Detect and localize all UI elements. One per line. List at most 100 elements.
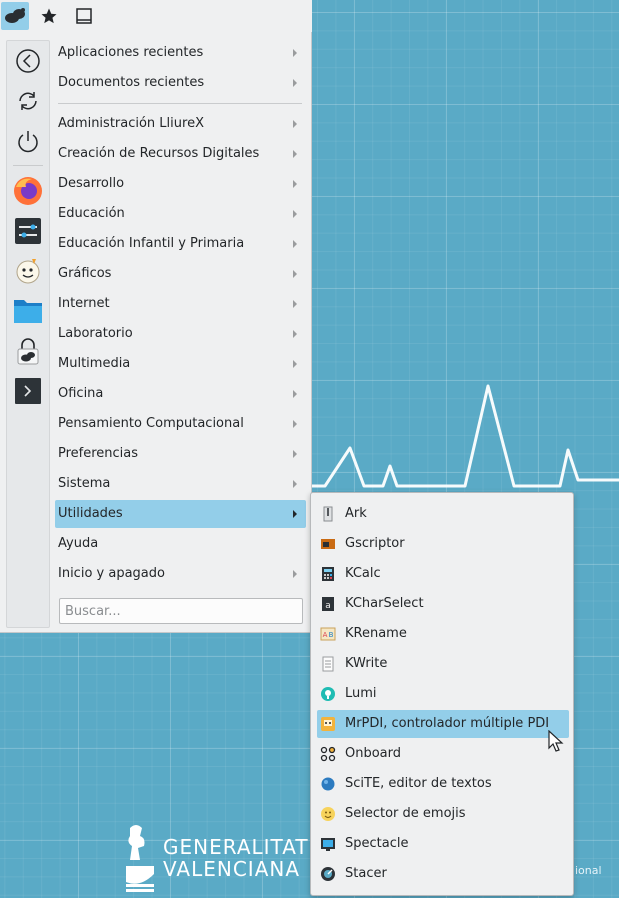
- menu-item-aplicaciones-recientes[interactable]: Aplicaciones recientes: [55, 39, 306, 67]
- submenu-item-label: Spectacle: [345, 836, 409, 851]
- lock-icon: [17, 338, 39, 365]
- menu-item-administracion-lliurex[interactable]: Administración LliureX: [55, 110, 306, 138]
- submenu-item-label: Ark: [345, 506, 367, 521]
- firefox-icon: [14, 177, 42, 205]
- submenu-item-lumi[interactable]: Lumi: [317, 680, 569, 708]
- chevron-right-icon: [293, 79, 297, 87]
- menu-item-utilidades[interactable]: Utilidades: [55, 500, 306, 528]
- menu-item-label: Desarrollo: [58, 176, 125, 191]
- menu-item-label: Utilidades: [58, 506, 123, 521]
- menu-item-educacion[interactable]: Educación: [55, 200, 306, 228]
- menu-item-label: Preferencias: [58, 446, 139, 461]
- submenu-item-scite-editor-de-textos[interactable]: SciTE, editor de textos: [317, 770, 569, 798]
- submenu-item-mrpdi-controlador-multiple-pdi[interactable]: MrPDI, controlador múltiple PDI: [317, 710, 569, 738]
- menu-item-label: Creación de Recursos Digitales: [58, 146, 260, 161]
- submenu-item-label: MrPDI, controlador múltiple PDI: [345, 716, 550, 731]
- menu-item-inicio-y-apagado[interactable]: Inicio y apagado: [55, 560, 306, 588]
- submenu-item-label: Gscriptor: [345, 536, 405, 551]
- submenu-item-label: Selector de emojis: [345, 806, 466, 821]
- menu-item-documentos-recientes[interactable]: Documentos recientes: [55, 69, 306, 97]
- desktop-edge-text: ional: [575, 864, 602, 877]
- application-launcher-button[interactable]: [1, 2, 29, 30]
- keyboard-icon: [320, 746, 336, 762]
- favorite-firefox[interactable]: [12, 175, 44, 207]
- favorite-lock-app[interactable]: [12, 335, 44, 367]
- submenu-item-ark[interactable]: Ark: [317, 500, 569, 528]
- chevron-right-icon: [293, 180, 297, 188]
- top-panel: [0, 0, 312, 32]
- search-input[interactable]: [59, 598, 303, 624]
- show-desktop-button[interactable]: [70, 2, 98, 30]
- chevron-right-icon: [293, 330, 297, 338]
- submenu-item-label: Lumi: [345, 686, 377, 701]
- submenu-item-kcalc[interactable]: KCalc: [317, 560, 569, 588]
- back-button[interactable]: [12, 45, 44, 77]
- chevron-right-icon: [293, 390, 297, 398]
- menu-item-ayuda[interactable]: Ayuda: [55, 530, 306, 558]
- menu-item-label: Aplicaciones recientes: [58, 45, 204, 60]
- menu-item-educacion-infantil-y-primaria[interactable]: Educación Infantil y Primaria: [55, 230, 306, 258]
- favorite-settings[interactable]: [12, 215, 44, 247]
- character-select-icon: a: [322, 597, 334, 611]
- chevron-right-icon: [293, 270, 297, 278]
- power-icon: [18, 131, 38, 153]
- submenu-item-krename[interactable]: A B KRename: [317, 620, 569, 648]
- submenu-item-label: KCharSelect: [345, 596, 424, 611]
- stacer-icon: [321, 867, 335, 881]
- chevron-right-icon: [293, 49, 297, 57]
- menu-item-label: Educación Infantil y Primaria: [58, 236, 245, 251]
- menu-item-label: Documentos recientes: [58, 75, 205, 90]
- menu-item-multimedia[interactable]: Multimedia: [55, 350, 306, 378]
- favorite-terminal[interactable]: [12, 375, 44, 407]
- submenu-item-spectacle[interactable]: Spectacle: [317, 830, 569, 858]
- menu-item-label: Inicio y apagado: [58, 566, 165, 581]
- menu-item-desarrollo[interactable]: Desarrollo: [55, 170, 306, 198]
- menu-item-oficina[interactable]: Oficina: [55, 380, 306, 408]
- submenu-item-onboard[interactable]: Onboard: [317, 740, 569, 768]
- menu-item-label: Internet: [58, 296, 110, 311]
- menu-separator: [58, 103, 302, 104]
- svg-text:B: B: [329, 631, 334, 639]
- chevron-right-icon: [293, 450, 297, 458]
- archive-icon: [323, 506, 333, 522]
- submenu-item-kwrite[interactable]: KWrite: [317, 650, 569, 678]
- submenu-item-stacer[interactable]: Stacer: [317, 860, 569, 888]
- submenu-item-label: KCalc: [345, 566, 381, 581]
- screenshot-icon: [321, 838, 335, 851]
- chevron-right-icon: [293, 210, 297, 218]
- menu-item-sistema[interactable]: Sistema: [55, 470, 306, 498]
- submenu-item-label: Onboard: [345, 746, 402, 761]
- mascot-icon: [16, 259, 40, 284]
- menu-item-label: Oficina: [58, 386, 104, 401]
- menu-item-laboratorio[interactable]: Laboratorio: [55, 320, 306, 348]
- submenu-item-gscriptor[interactable]: Gscriptor: [317, 530, 569, 558]
- menu-item-preferencias[interactable]: Preferencias: [55, 440, 306, 468]
- logo-line-1: GENERALITAT: [163, 835, 309, 859]
- favorites-column: [6, 40, 50, 628]
- lock-session-button[interactable]: [12, 85, 44, 117]
- menu-item-internet[interactable]: Internet: [55, 290, 306, 318]
- favorite-file-manager[interactable]: [12, 295, 44, 327]
- menu-item-graficos[interactable]: Gráficos: [55, 260, 306, 288]
- menu-item-pensamiento-computacional[interactable]: Pensamiento Computacional: [55, 410, 306, 438]
- menu-item-label: Educación: [58, 206, 125, 221]
- shutdown-button[interactable]: [12, 125, 44, 157]
- gscriptor-icon: [321, 539, 335, 549]
- submenu-item-selector-de-emojis[interactable]: Selector de emojis: [317, 800, 569, 828]
- settings-sliders-icon: [15, 218, 41, 244]
- text-editor-icon: [322, 656, 334, 672]
- application-menu: Aplicaciones recientes Documentos recient…: [0, 32, 312, 633]
- folder-icon: [14, 300, 42, 323]
- favorite-mascot-app[interactable]: [12, 255, 44, 287]
- svg-text:a: a: [325, 601, 331, 611]
- generalitat-logo-text: GENERALITAT VALENCIANA: [163, 836, 309, 880]
- menu-item-creacion-de-recursos-digitales[interactable]: Creación de Recursos Digitales: [55, 140, 306, 168]
- menu-item-label: Pensamiento Computacional: [58, 416, 244, 431]
- utilidades-submenu: Ark Gscriptor KCalc a KCharSelect A B KRename KW…: [310, 492, 574, 896]
- chevron-right-icon: [293, 300, 297, 308]
- submenu-item-label: SciTE, editor de textos: [345, 776, 492, 791]
- emoji-icon: [321, 807, 335, 821]
- favorites-button[interactable]: [35, 2, 63, 30]
- submenu-item-label: KWrite: [345, 656, 388, 671]
- submenu-item-kcharselect[interactable]: a KCharSelect: [317, 590, 569, 618]
